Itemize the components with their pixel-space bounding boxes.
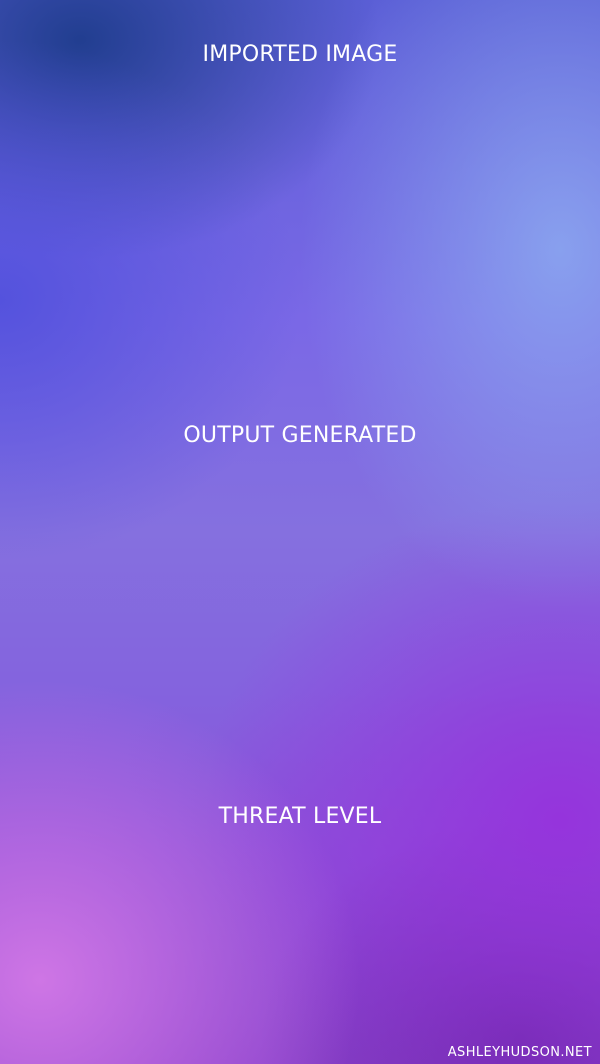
threat-level-label: THREAT LEVEL: [218, 804, 382, 829]
output-generated-label: OUTPUT GENERATED: [183, 423, 417, 448]
site-watermark: ASHLEYHUDSON.NET: [447, 1045, 592, 1060]
imported-image-label: IMPORTED IMAGE: [202, 42, 398, 67]
